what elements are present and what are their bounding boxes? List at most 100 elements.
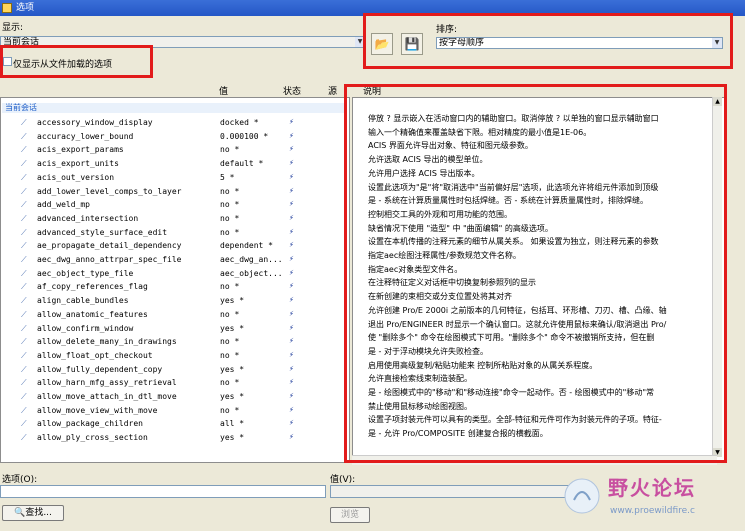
option-name: acis_export_params [37, 145, 124, 155]
status-icon: ⚡ [289, 185, 294, 195]
table-row[interactable]: ⟋ acis_export_units default * ⚡ [1, 157, 349, 170]
status-icon: ⚡ [289, 404, 294, 414]
option-value: aec_dwg_an... [220, 255, 282, 264]
status-icon: ⚡ [289, 377, 294, 387]
table-row[interactable]: ⟋ advanced_style_surface_edit no * ⚡ [1, 226, 349, 239]
table-row[interactable]: ⟋ acis_out_version 5 * ⚡ [1, 171, 349, 184]
status-icon: ⚡ [289, 240, 294, 250]
table-row[interactable]: ⟋ aec_object_type_file aec_object... ⚡ [1, 267, 349, 280]
browse-button[interactable]: 浏览 [330, 507, 370, 523]
option-icon: ⟋ [21, 419, 27, 429]
value-input-label: 值(V): [330, 475, 356, 485]
option-icon: ⟋ [21, 172, 27, 182]
status-icon: ⚡ [289, 199, 294, 209]
table-row[interactable]: ⟋ acis_export_params no * ⚡ [1, 143, 349, 156]
table-row[interactable]: ⟋ advanced_intersection no * ⚡ [1, 212, 349, 225]
status-icon: ⚡ [289, 391, 294, 400]
display-select-value: 当前会话 [3, 37, 40, 47]
option-icon: ⟋ [21, 350, 27, 360]
option-name: allow_move_view_with_move [37, 405, 158, 415]
option-icon: ⟋ [21, 378, 27, 388]
option-icon: ⟋ [21, 213, 27, 223]
option-icon: ⟋ [21, 323, 27, 333]
display-select[interactable]: 当前会话 ▼ [0, 36, 366, 48]
description-item: 设置在本机传播的注释元素的细节从属关系。 如果设置为独立，则注释元素的参数 [368, 237, 659, 247]
table-row[interactable]: ⟋ add_weld_mp no * ⚡ [1, 198, 349, 211]
find-button[interactable]: 🔍查找... [2, 505, 64, 521]
option-icon: ⟋ [21, 392, 27, 401]
option-icon: ⟋ [21, 405, 27, 415]
option-icon: ⟋ [21, 186, 27, 196]
option-value: yes * [220, 296, 245, 306]
option-name: advanced_style_surface_edit [37, 227, 168, 237]
option-name: aec_dwg_anno_attrpar_spec_file [37, 255, 182, 264]
table-row[interactable]: ⟋ allow_move_attach_in_dtl_move yes * ⚡ [1, 390, 349, 403]
option-name: aec_object_type_file [37, 268, 134, 278]
chevron-down-icon: ▼ [355, 37, 365, 47]
option-value: no * [220, 282, 240, 292]
option-icon: ⟋ [21, 282, 27, 292]
option-value: no * [220, 309, 240, 319]
option-value: yes * [220, 323, 245, 333]
option-icon: ⟋ [21, 337, 27, 347]
option-name: allow_delete_many_in_drawings [37, 337, 177, 347]
option-input[interactable] [0, 485, 326, 498]
option-value: docked * [220, 118, 259, 127]
table-row[interactable]: ⟋ align_cable_bundles yes * ⚡ [1, 294, 349, 307]
sort-select-value: 按字母顺序 [439, 38, 485, 48]
option-icon: ⟋ [21, 227, 27, 237]
save-config-button[interactable]: 💾 [401, 33, 423, 55]
option-name: accessory_window_display [37, 118, 153, 127]
table-row[interactable]: ⟋ allow_move_view_with_move no * ⚡ [1, 404, 349, 417]
description-panel: 停放 ? 显示嵌入在活动窗口内的辅助窗口。取消停放 ? 以单独的窗口显示辅助窗口… [352, 97, 725, 463]
option-name: align_cable_bundles [37, 296, 129, 306]
find-button-label: 查找... [25, 508, 52, 518]
table-row[interactable]: ⟋ allow_anatomic_features no * ⚡ [1, 308, 349, 321]
file-loaded-only-label: 仅显示从文件加载的选项 [13, 60, 113, 70]
option-icon: ⟋ [21, 159, 27, 169]
table-row[interactable]: ⟋ allow_delete_many_in_drawings no * ⚡ [1, 335, 349, 348]
table-row[interactable]: ⟋ af_copy_references_flag no * ⚡ [1, 280, 349, 293]
option-name: ae_propagate_detail_dependency [37, 241, 182, 251]
table-row[interactable]: ⟋ allow_package_children all * ⚡ [1, 417, 349, 430]
description-item: 控制相交工具的外观和可用功能的范围。 [368, 209, 512, 219]
sort-select[interactable]: 按字母顺序 ▼ [436, 37, 723, 49]
description-item: 在注释特征定义对话框中切换复制参照列的显示 [368, 278, 536, 288]
scroll-up-icon[interactable]: ▲ [713, 97, 722, 106]
watermark-title: 野火论坛 [608, 476, 696, 500]
option-value: no * [220, 405, 240, 415]
option-icon: ⟋ [21, 131, 27, 141]
description-item: 指定aec对象类型文件名。 [368, 264, 463, 274]
table-row[interactable]: ⟋ add_lower_level_comps_to_layer no * ⚡ [1, 185, 349, 198]
option-name: add_lower_level_comps_to_layer [37, 186, 182, 196]
table-row[interactable]: ⟋ allow_float_opt_checkout no * ⚡ [1, 349, 349, 362]
option-value: default * [220, 159, 264, 169]
table-row[interactable]: ⟋ allow_ply_cross_section yes * ⚡ [1, 431, 349, 444]
option-name: allow_package_children [37, 419, 143, 429]
display-label: 显示: [2, 23, 24, 33]
vertical-scrollbar[interactable]: ▲ ▼ [712, 97, 722, 457]
group-header[interactable]: 当前会话 [2, 103, 347, 113]
option-value: yes * [220, 364, 245, 374]
option-value: no * [220, 337, 240, 347]
table-row[interactable]: ⟋ aec_dwg_anno_attrpar_spec_file aec_dwg_a… [1, 253, 349, 266]
option-icon: ⟋ [21, 118, 27, 127]
value-input[interactable] [330, 485, 570, 498]
description-item: 允许用户选择 ACIS 导出版本。 [368, 168, 480, 178]
table-row[interactable]: ⟋ allow_fully_dependent_copy yes * ⚡ [1, 363, 349, 376]
description-item: 输入一个精确值来覆盖缺省下限。相对精度的最小值是1E-06。 [368, 127, 592, 137]
table-row[interactable]: ⟋ allow_confirm_window yes * ⚡ [1, 322, 349, 335]
table-row[interactable]: ⟋ ae_propagate_detail_dependency dependent… [1, 239, 349, 252]
table-row[interactable]: ⟋ accuracy_lower_bound 0.000100 * ⚡ [1, 130, 349, 143]
file-loaded-only-checkbox[interactable] [3, 57, 12, 66]
status-icon: ⚡ [289, 418, 294, 428]
table-row[interactable]: ⟋ accessory_window_display docked * ⚡ [1, 116, 349, 129]
horizontal-scrollbar[interactable] [352, 455, 717, 465]
option-input-label: 选项(O): [2, 475, 38, 485]
open-config-button[interactable]: 📂 [371, 33, 393, 55]
table-row[interactable]: ⟋ allow_harn_mfg_assy_retrieval no * ⚡ [1, 376, 349, 389]
status-icon: ⚡ [289, 295, 294, 305]
option-value: no * [220, 378, 240, 388]
status-icon: ⚡ [289, 171, 294, 181]
sort-label: 排序: [436, 25, 458, 35]
